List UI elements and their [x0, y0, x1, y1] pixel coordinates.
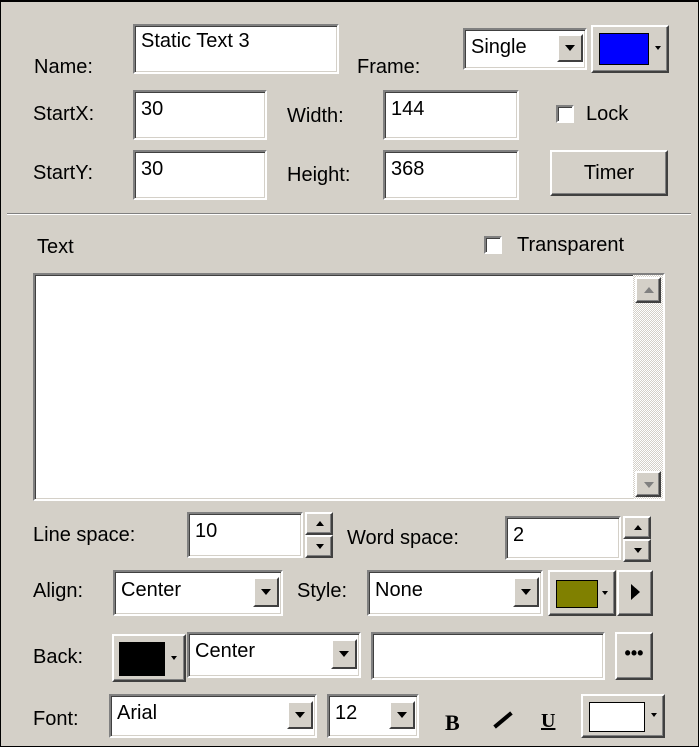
word-space-down-button[interactable]	[623, 539, 651, 562]
font-label: Font:	[33, 708, 79, 730]
chevron-down-icon	[171, 656, 177, 660]
word-space-input[interactable]: 2	[505, 516, 621, 560]
line-space-input[interactable]: 10	[187, 512, 303, 558]
frame-label: Frame:	[357, 56, 421, 78]
word-space-label: Word space:	[347, 527, 459, 549]
chevron-down-icon	[295, 712, 305, 718]
style-dropdown-arrow[interactable]	[513, 577, 539, 607]
startx-input[interactable]: 30	[133, 90, 267, 140]
back-align-dropdown-arrow[interactable]	[331, 639, 357, 669]
style-expand-button[interactable]	[617, 570, 653, 616]
bold-button[interactable]: B	[445, 710, 460, 736]
style-color-swatch	[556, 580, 598, 608]
chevron-down-icon	[565, 45, 575, 51]
width-label: Width:	[287, 105, 344, 127]
underline-button[interactable]: U	[541, 710, 555, 733]
font-color-swatch	[589, 702, 645, 732]
align-label: Align:	[33, 580, 84, 602]
play-arrow-icon	[631, 584, 640, 600]
frame-color-picker[interactable]	[591, 25, 669, 73]
ellipsis-icon: •••	[624, 642, 644, 663]
text-label: Text	[37, 236, 74, 258]
line-space-down-button[interactable]	[305, 535, 333, 558]
line-space-up-button[interactable]	[305, 512, 333, 535]
word-space-up-button[interactable]	[623, 516, 651, 539]
transparent-checkbox[interactable]	[484, 236, 502, 254]
style-label: Style:	[297, 580, 348, 602]
chevron-down-icon	[316, 544, 324, 549]
font-color-picker[interactable]	[581, 694, 665, 738]
height-input[interactable]: 368	[383, 150, 519, 200]
line-space-label: Line space:	[33, 524, 136, 546]
text-area-scrollbar[interactable]	[633, 275, 663, 499]
font-size-dropdown-arrow[interactable]	[389, 701, 415, 729]
starty-input[interactable]: 30	[133, 150, 267, 200]
align-select[interactable]: Center	[113, 570, 283, 616]
chevron-down-icon	[261, 589, 271, 595]
back-align-select-value: Center	[195, 640, 256, 662]
font-size-select-value: 12	[335, 702, 358, 724]
chevron-up-icon	[644, 287, 654, 293]
align-select-value: Center	[121, 579, 182, 601]
chevron-down-icon	[339, 651, 349, 657]
back-image-input[interactable]	[371, 632, 605, 680]
font-size-select[interactable]: 12	[327, 694, 419, 738]
static-text-properties-panel: Name: Static Text 3 Frame: Single StartX…	[0, 0, 699, 747]
chevron-up-icon	[316, 521, 324, 526]
align-dropdown-arrow[interactable]	[253, 577, 279, 607]
font-select-value: Arial	[117, 702, 158, 724]
chevron-down-icon	[655, 46, 661, 50]
transparent-label: Transparent	[517, 234, 625, 256]
chevron-down-icon	[397, 712, 407, 718]
style-select-value: None	[375, 579, 423, 601]
scroll-down-button[interactable]	[635, 471, 661, 497]
lock-label: Lock	[586, 103, 629, 125]
timer-button[interactable]: Timer	[550, 150, 668, 196]
frame-select-value: Single	[471, 36, 527, 58]
name-label: Name:	[34, 56, 93, 78]
startx-label: StartX:	[33, 103, 95, 125]
style-color-picker[interactable]	[548, 570, 616, 616]
back-color-swatch	[119, 642, 165, 676]
scroll-up-button[interactable]	[635, 277, 661, 303]
name-input[interactable]: Static Text 3	[133, 24, 339, 74]
font-select[interactable]: Arial	[109, 694, 317, 738]
lock-checkbox[interactable]	[556, 105, 574, 123]
chevron-up-icon	[634, 525, 642, 530]
frame-select[interactable]: Single	[463, 28, 587, 70]
chevron-down-icon	[634, 548, 642, 553]
word-space-spinner[interactable]	[623, 516, 651, 562]
frame-dropdown-arrow[interactable]	[557, 34, 583, 62]
chevron-down-icon	[602, 591, 608, 595]
chevron-down-icon	[521, 589, 531, 595]
text-area[interactable]	[33, 273, 665, 501]
line-space-spinner[interactable]	[305, 512, 333, 558]
chevron-down-icon	[651, 713, 657, 717]
height-label: Height:	[287, 164, 351, 186]
frame-color-swatch	[599, 33, 649, 65]
browse-button[interactable]: •••	[615, 632, 653, 680]
starty-label: StartY:	[33, 162, 94, 184]
back-label: Back:	[33, 646, 84, 668]
back-align-select[interactable]: Center	[187, 632, 361, 678]
font-dropdown-arrow[interactable]	[287, 701, 313, 729]
width-input[interactable]: 144	[383, 90, 519, 140]
style-select[interactable]: None	[367, 570, 543, 616]
chevron-down-icon	[644, 482, 654, 488]
back-color-picker[interactable]	[112, 634, 186, 682]
section-divider	[7, 213, 691, 215]
